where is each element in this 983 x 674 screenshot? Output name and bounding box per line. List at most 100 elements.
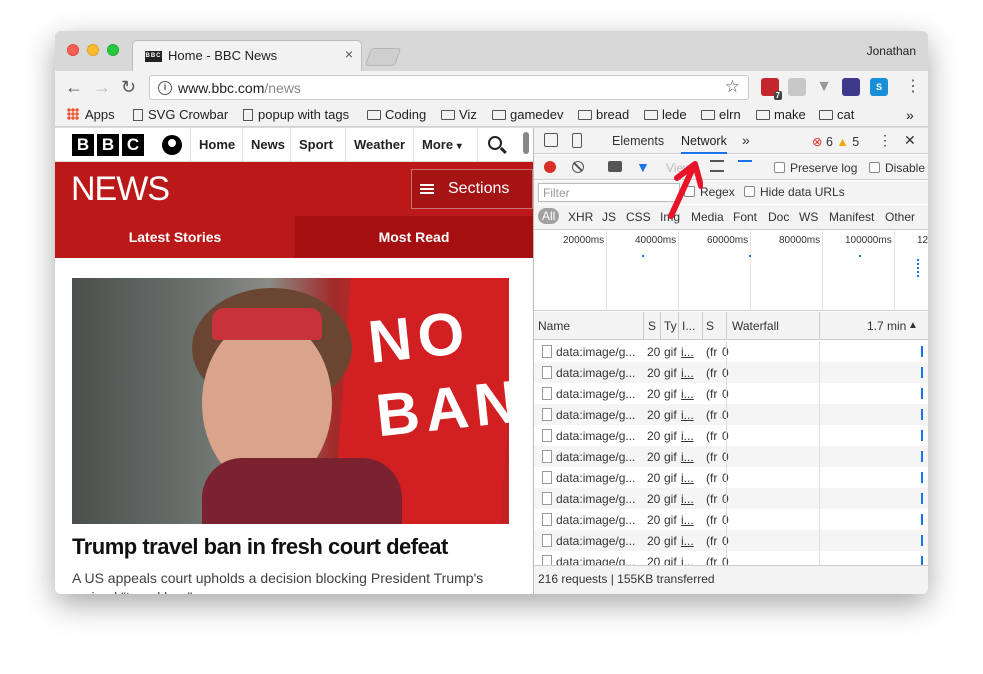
type-all[interactable]: All [538, 208, 560, 224]
request-initiator[interactable]: i... [681, 534, 694, 548]
reload-icon[interactable]: ↻ [121, 76, 136, 98]
col-waterfall[interactable]: Waterfall [732, 319, 779, 333]
nav-news[interactable]: News [242, 128, 290, 162]
nav-home[interactable]: Home [190, 128, 242, 162]
bbc-logo-letter[interactable]: B [97, 134, 119, 156]
back-icon[interactable]: ← [65, 76, 83, 98]
table-row[interactable]: data:image/g...20gifi...(fr0 [534, 383, 928, 404]
bookmark-elrn[interactable]: elrn [701, 107, 741, 122]
bookmark-popup-with-tags[interactable]: popup with tags [243, 107, 349, 122]
col-name[interactable]: Name [538, 319, 570, 333]
col-status[interactable]: S [648, 319, 656, 333]
type-css[interactable]: CSS [626, 210, 651, 224]
waterfall-view-icon[interactable] [738, 160, 752, 172]
col-initiator[interactable]: I... [682, 319, 695, 333]
screenshot-camera-icon[interactable] [608, 161, 622, 172]
request-initiator[interactable]: i... [681, 492, 694, 506]
table-row[interactable]: data:image/g...20gifi...(fr0 [534, 425, 928, 446]
nav-weather[interactable]: Weather [345, 128, 413, 162]
request-initiator[interactable]: i... [681, 387, 694, 401]
devtools-menu-icon[interactable]: ⋮ [878, 132, 892, 149]
request-initiator[interactable]: i... [681, 408, 694, 422]
bookmark-cat[interactable]: cat [819, 107, 854, 122]
more-tabs-icon[interactable]: » [742, 132, 750, 148]
type-xhr[interactable]: XHR [568, 210, 593, 224]
minimize-window-button[interactable] [87, 44, 99, 56]
regex-checkbox[interactable]: Regex [684, 185, 735, 199]
type-ws[interactable]: WS [799, 210, 818, 224]
bbc-logo-letter[interactable]: B [72, 134, 94, 156]
extension-purple-icon[interactable] [842, 78, 860, 96]
nav-more[interactable]: More ▾ [413, 128, 477, 162]
type-doc[interactable]: Doc [768, 210, 789, 224]
bookmark-viz[interactable]: Viz [441, 107, 477, 122]
bbc-logo-letter[interactable]: C [122, 134, 144, 156]
tab-elements[interactable]: Elements [612, 134, 664, 148]
bookmark-lede[interactable]: lede [644, 107, 687, 122]
bookmark-apps[interactable]: Apps [67, 107, 115, 122]
list-view-icon[interactable] [710, 160, 724, 172]
request-initiator[interactable]: i... [681, 471, 694, 485]
table-row[interactable]: data:image/g...20gifi...(fr0 [534, 404, 928, 425]
tab-most-read[interactable]: Most Read [295, 216, 533, 258]
forward-icon[interactable]: → [93, 76, 111, 98]
tab-latest-stories[interactable]: Latest Stories [55, 216, 295, 258]
request-initiator[interactable]: i... [681, 450, 694, 464]
profile-name[interactable]: Jonathan [867, 44, 916, 58]
table-row[interactable]: data:image/g...20gifi...(fr0 [534, 488, 928, 509]
record-icon[interactable] [544, 161, 556, 173]
devtools-close-icon[interactable]: ✕ [904, 132, 916, 149]
request-initiator[interactable]: i... [681, 429, 694, 443]
type-media[interactable]: Media [691, 210, 724, 224]
account-avatar-icon[interactable] [162, 135, 182, 155]
type-img[interactable]: Img [660, 210, 680, 224]
address-bar[interactable]: i www.bbc.com/news ☆ [149, 75, 749, 100]
tab-network[interactable]: Network [681, 134, 727, 154]
request-initiator[interactable]: i... [681, 513, 694, 527]
bookmark-coding[interactable]: Coding [367, 107, 426, 122]
bookmark-make[interactable]: make [756, 107, 806, 122]
close-window-button[interactable] [67, 44, 79, 56]
device-toolbar-icon[interactable] [572, 133, 582, 148]
type-js[interactable]: JS [602, 210, 616, 224]
col-size[interactable]: S [706, 319, 714, 333]
table-row[interactable]: data:image/g...20gifi...(fr0 [534, 551, 928, 565]
extension-vue-icon[interactable]: ▼ [815, 78, 833, 96]
new-tab-button[interactable] [364, 48, 402, 66]
filter-funnel-icon[interactable]: ▼ [636, 159, 650, 175]
col-type[interactable]: Ty [664, 319, 677, 333]
network-overview-timeline[interactable]: 20000ms 40000ms 60000ms 80000ms 100000ms… [534, 231, 928, 311]
table-row[interactable]: data:image/g...20gifi...(fr0 [534, 509, 928, 530]
type-other[interactable]: Other [885, 210, 915, 224]
page-scrollbar[interactable] [523, 132, 529, 154]
extension-skype-icon[interactable]: S [870, 78, 888, 96]
request-initiator[interactable]: i... [681, 555, 694, 565]
site-info-icon[interactable]: i [158, 81, 172, 95]
extension-css-icon[interactable] [788, 78, 806, 96]
col-time[interactable]: 1.7 min [867, 319, 906, 333]
news-logo[interactable]: NEWS [71, 170, 170, 209]
filter-input[interactable]: Filter [538, 183, 680, 202]
preserve-log-checkbox[interactable]: Preserve log [774, 161, 857, 175]
request-initiator[interactable]: i... [681, 366, 694, 380]
hide-data-urls-checkbox[interactable]: Hide data URLs [744, 185, 845, 199]
table-row[interactable]: data:image/g...20gifi...(fr0 [534, 467, 928, 488]
nav-sport[interactable]: Sport [290, 128, 345, 162]
sections-button[interactable]: Sections [411, 169, 533, 209]
request-initiator[interactable]: i... [681, 345, 694, 359]
story-headline[interactable]: Trump travel ban in fresh court defeat [72, 534, 448, 560]
browser-tab[interactable]: BBC Home - BBC News × [132, 40, 362, 71]
type-manifest[interactable]: Manifest [829, 210, 874, 224]
clear-icon[interactable] [572, 161, 584, 173]
bookmark-bread[interactable]: bread [578, 107, 629, 122]
inspect-element-icon[interactable] [544, 133, 558, 147]
url-text[interactable]: www.bbc.com/news [178, 80, 301, 96]
sort-ascending-icon[interactable]: ▲ [908, 320, 918, 331]
table-row[interactable]: data:image/g...20gifi...(fr0 [534, 530, 928, 551]
type-font[interactable]: Font [733, 210, 757, 224]
browser-menu-icon[interactable]: ⋮ [905, 76, 921, 98]
extension-ublock-icon[interactable]: 7 [761, 78, 782, 100]
search-button[interactable] [477, 128, 525, 162]
tab-close-icon[interactable]: × [345, 46, 353, 62]
table-row[interactable]: data:image/g...20gifi...(fr0 [534, 362, 928, 383]
